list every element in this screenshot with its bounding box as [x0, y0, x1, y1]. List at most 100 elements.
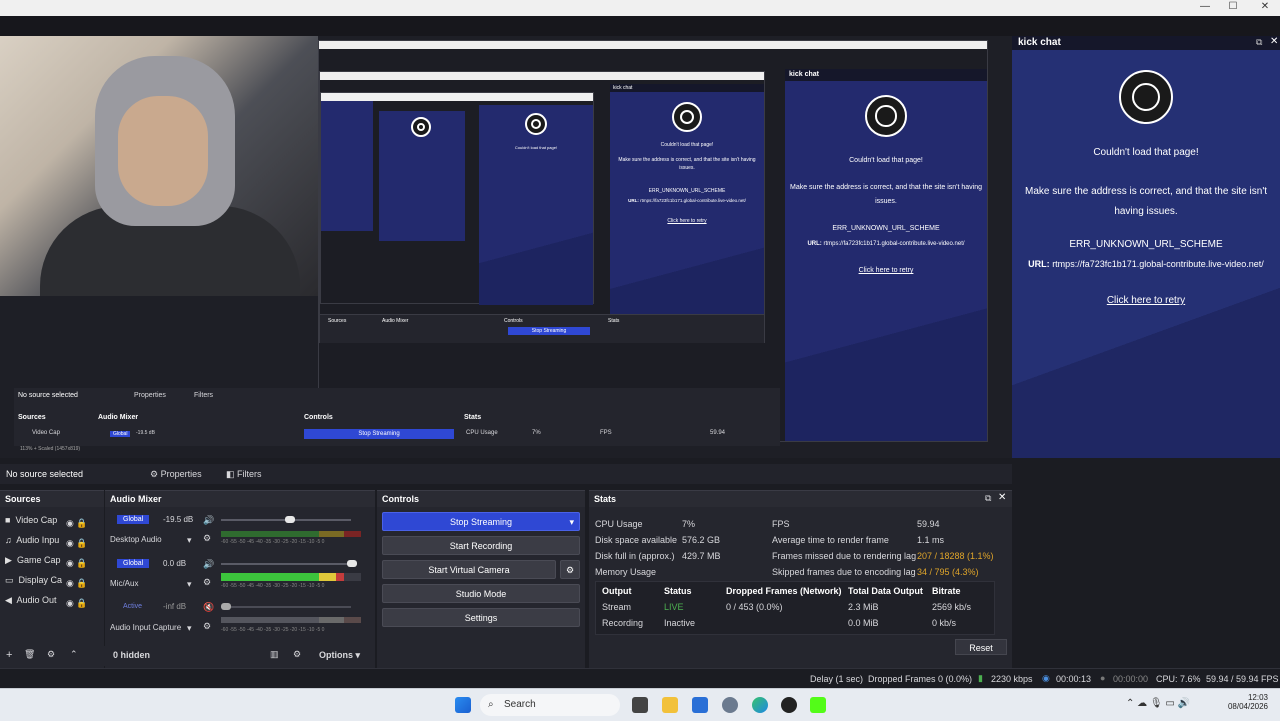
chevron-down-icon[interactable]: ▾	[187, 535, 192, 546]
nested-titlebar-2	[320, 72, 764, 80]
close-dock-icon[interactable]: ✕	[998, 492, 1006, 503]
nested-cpu-value: 7%	[532, 430, 541, 436]
table-cell: Recording	[602, 618, 644, 628]
minimize-button[interactable]: —	[1190, 0, 1220, 14]
stream-icon: ◉	[1042, 673, 1050, 683]
float-dock-icon[interactable]: ⧉	[1256, 37, 1262, 48]
sources-title: Sources	[0, 491, 104, 507]
nested-stop-streaming: Stop Streaming	[508, 327, 590, 335]
table-cell: 2569 kb/s	[932, 602, 972, 612]
properties-button[interactable]: ⚙ Properties	[150, 469, 202, 480]
studio-mode-button[interactable]: Studio Mode	[382, 584, 580, 603]
kick-icon[interactable]	[810, 697, 826, 713]
visibility-icons[interactable]: ◉ 🔒 ◉ 🔒 ◉ 🔒 ◉ 🔒 ◉ 🔒	[66, 513, 88, 613]
gear-icon[interactable]: ⚙	[47, 649, 55, 660]
speaker-icon[interactable]: 🔊	[203, 515, 214, 526]
source-item[interactable]: ■ Video Cap	[5, 511, 57, 529]
channel-badge[interactable]: Global	[117, 559, 150, 568]
taskbar-search[interactable]: ⌕ Search	[480, 694, 620, 716]
table-cell: 0.0 MiB	[848, 618, 879, 628]
file-explorer-icon[interactable]	[662, 697, 678, 713]
dock-footer: + 🗑 ⚙ ⌃ 0 hidden ▥ ⚙ Options ▾	[0, 646, 375, 666]
obs-logo-icon	[1119, 70, 1173, 124]
mixer-settings-icon[interactable]: ⚙	[293, 649, 301, 660]
start-virtual-camera-button[interactable]: Start Virtual Camera	[382, 560, 556, 579]
nested-chat-title: kick chat	[785, 69, 987, 81]
stop-streaming-label: Stop Streaming	[449, 517, 513, 527]
maximize-button[interactable]: ☐	[1218, 0, 1248, 14]
task-view-icon[interactable]	[632, 697, 648, 713]
nested-mixer-title: Audio Mixer	[98, 414, 139, 421]
edge-icon[interactable]	[752, 697, 768, 713]
nested-docks-2: Sources Audio Mixer Controls Stop Stream…	[320, 314, 764, 343]
options-button[interactable]: Options ▾	[319, 650, 360, 661]
cpu-usage-label: CPU Usage	[595, 519, 643, 529]
source-item[interactable]: ▶ Game Cap	[5, 551, 60, 569]
stats-right-values: 59.94 1.1 ms 207 / 18288 (1.1%) 34 / 795…	[917, 516, 994, 580]
audio-mixer-dock: Audio Mixer Global -19.5 dB 🔊 Desktop Au…	[105, 490, 375, 669]
reset-button[interactable]: Reset	[955, 639, 1007, 655]
layout-icon[interactable]: ▥	[270, 649, 279, 660]
float-dock-icon[interactable]: ⧉	[985, 493, 991, 504]
obs-logo-icon	[672, 102, 702, 132]
stop-streaming-button[interactable]: Stop Streaming ▾	[382, 512, 580, 531]
trash-icon[interactable]: 🗑	[24, 649, 35, 660]
webcam-feed	[0, 36, 318, 296]
fps-value: 59.94	[917, 519, 940, 529]
delay-status: Delay (1 sec)	[810, 674, 864, 684]
channel-badge[interactable]: Active	[117, 602, 148, 611]
chevron-up-icon[interactable]: ⌃	[70, 649, 78, 660]
nested-stop-streaming: Stop Streaming	[304, 429, 454, 439]
kick-url-line: URL: rtmps://fa723fc1b171.global-contrib…	[1012, 258, 1280, 271]
table-cell: Stream	[602, 602, 632, 612]
filters-button[interactable]: ◧ Filters	[226, 469, 262, 480]
settings-icon[interactable]: ⚙	[203, 533, 211, 544]
skipped-frames-value: 34 / 795 (4.3%)	[917, 567, 979, 577]
nested-kick-chat-1: kick chat Couldn't load that page! Make …	[785, 69, 987, 441]
settings-icon[interactable]: ⚙	[203, 577, 211, 588]
windows-start-icon[interactable]	[455, 697, 471, 713]
channel-badge[interactable]: Global	[117, 515, 150, 524]
record-icon: ●	[1100, 673, 1106, 683]
kick-chat-dock: kick chat ⧉ ✕ Couldn't load that page! M…	[1012, 36, 1280, 458]
settings-app-icon[interactable]	[722, 697, 738, 713]
start-recording-button[interactable]: Start Recording	[382, 536, 580, 555]
taskbar: ⌕ Search ⌃ ☁ 🎙 ▭ 🔊 12:03 08/04/2026	[0, 688, 1280, 721]
source-item[interactable]: ◀ Audio Out	[5, 591, 56, 609]
source-item[interactable]: ▭ Display Ca	[5, 571, 62, 589]
slider-handle[interactable]	[221, 603, 231, 610]
kick-retry-link[interactable]: Click here to retry	[1012, 294, 1280, 307]
preview-canvas[interactable]: Couldn't load that page! kick chat Could…	[0, 36, 1012, 458]
source-item[interactable]: ♫ Audio Inpu	[5, 531, 59, 549]
obs-taskbar-icon[interactable]	[781, 697, 797, 713]
channel-db: 0.0 dB	[163, 559, 187, 568]
virtual-camera-settings-icon[interactable]: ⚙	[560, 560, 580, 579]
clock[interactable]: 12:03 08/04/2026	[1226, 693, 1268, 711]
chevron-down-icon[interactable]: ▾	[187, 623, 192, 634]
column-header: Status	[664, 586, 692, 596]
muted-speaker-icon[interactable]: 🔇	[203, 602, 214, 613]
settings-button[interactable]: Settings	[382, 608, 580, 627]
chevron-down-icon[interactable]: ▾	[569, 513, 574, 531]
chevron-down-icon[interactable]: ▾	[187, 579, 192, 590]
store-icon[interactable]	[692, 697, 708, 713]
nested-cpu-label: CPU Usage	[466, 430, 498, 436]
slider-handle[interactable]	[285, 516, 295, 523]
nested-error-title: Couldn't load that page!	[849, 157, 923, 164]
speaker-icon[interactable]: 🔊	[203, 559, 214, 570]
settings-icon[interactable]: ⚙	[203, 621, 211, 632]
nested-no-source: No source selected	[18, 392, 78, 399]
fps-label: FPS	[772, 519, 790, 529]
nested-blue-panel-3: Couldn't load that page!	[479, 105, 593, 305]
volume-slider[interactable]	[221, 563, 351, 565]
source-label: Game Cap	[16, 555, 61, 565]
volume-slider[interactable]	[221, 606, 351, 608]
nested-obs-window: Couldn't load that page! kick chat Could…	[318, 40, 988, 442]
add-icon[interactable]: +	[6, 649, 12, 661]
meter-ticks: -60 -55 -50 -45 -40 -35 -30 -25 -20 -15 …	[221, 539, 325, 545]
slider-handle[interactable]	[347, 560, 357, 567]
level-meter	[221, 573, 361, 581]
tray-icons[interactable]: ⌃ ☁ 🎙 ▭ 🔊	[1126, 698, 1190, 709]
close-dock-icon[interactable]: ✕	[1270, 36, 1278, 47]
close-window-button[interactable]: ✕	[1250, 0, 1280, 14]
